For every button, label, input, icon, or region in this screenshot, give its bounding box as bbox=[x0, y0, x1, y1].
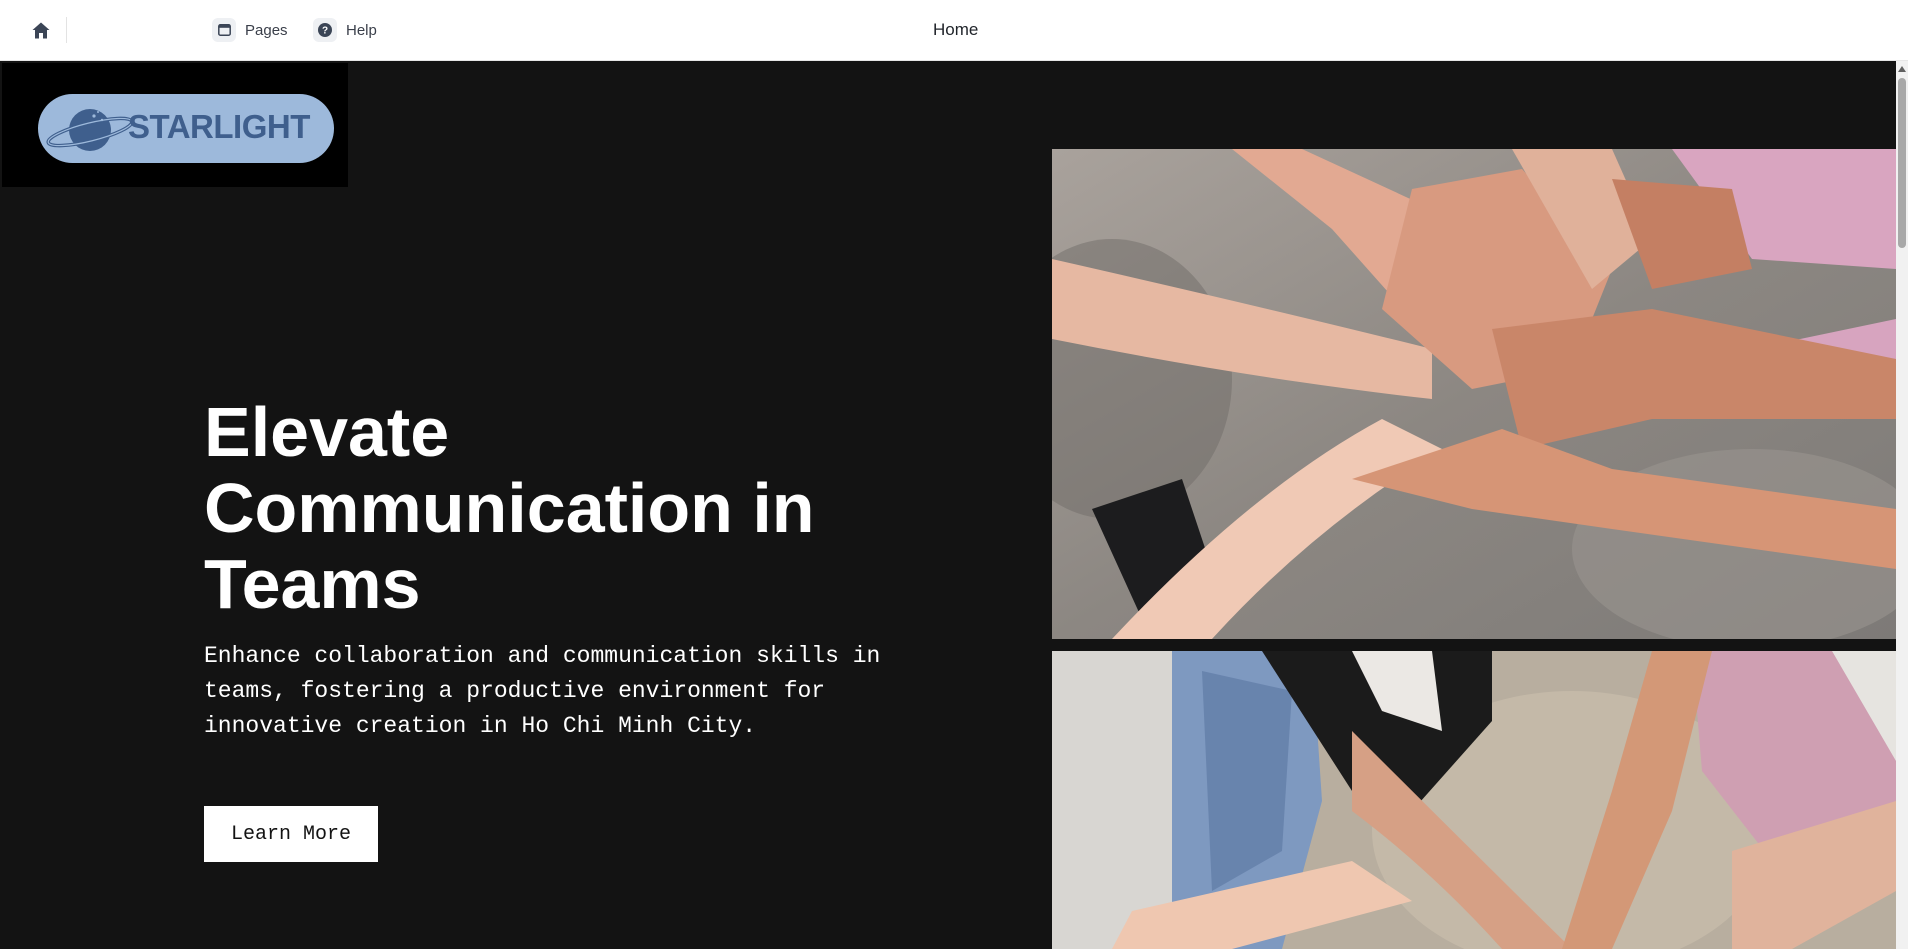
editor-toolbar: Pages ? Help Home bbox=[0, 0, 1908, 61]
scroll-thumb[interactable] bbox=[1898, 78, 1906, 248]
home-button[interactable] bbox=[28, 18, 54, 42]
page-scrollbar[interactable] bbox=[1896, 61, 1908, 949]
hero-subtext: Enhance collaboration and communication … bbox=[204, 643, 881, 739]
page-title: Home bbox=[933, 20, 979, 39]
toolbar-divider bbox=[66, 17, 67, 43]
home-icon bbox=[32, 22, 50, 38]
starlight-logo: STARLIGHT bbox=[38, 94, 334, 163]
pages-menu-button[interactable]: Pages bbox=[212, 17, 288, 43]
circle-of-hands-photo bbox=[1052, 651, 1896, 949]
logo-container[interactable]: STARLIGHT bbox=[2, 63, 348, 187]
learn-more-button[interactable]: Learn More bbox=[204, 806, 378, 862]
svg-text:?: ? bbox=[322, 26, 328, 37]
help-menu-button[interactable]: ? Help bbox=[313, 17, 377, 43]
logo-text: STARLIGHT bbox=[128, 108, 310, 145]
stacked-hands-photo bbox=[1052, 149, 1896, 639]
help-circle-icon: ? bbox=[313, 18, 337, 42]
hero-section: STARLIGHT Elevate Communication in Teams… bbox=[0, 61, 1896, 949]
hero-headline: Elevate Communication in Teams bbox=[204, 393, 815, 623]
help-label: Help bbox=[346, 21, 377, 39]
planet-icon bbox=[46, 109, 134, 151]
window-icon bbox=[212, 18, 236, 42]
pages-label: Pages bbox=[245, 21, 288, 39]
scroll-up-arrow-icon[interactable] bbox=[1898, 66, 1906, 72]
